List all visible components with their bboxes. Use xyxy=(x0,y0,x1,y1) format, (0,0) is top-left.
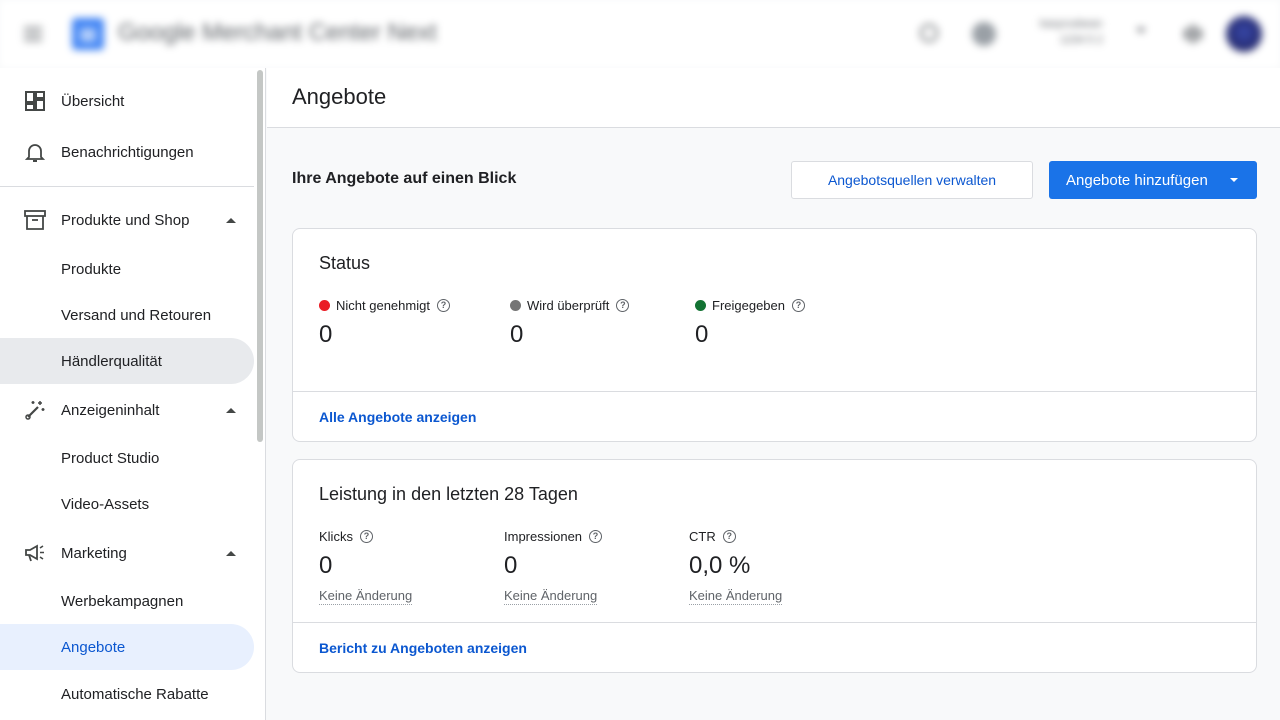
sidebar-item-products[interactable]: Produkte xyxy=(0,246,254,292)
sidebar-item-label: Versand und Retouren xyxy=(61,306,212,324)
sidebar-item-ad-content[interactable]: Anzeigeninhalt xyxy=(0,387,254,433)
metric-value: 0 xyxy=(504,552,518,579)
help-icon[interactable]: ? xyxy=(589,529,603,543)
sidebar-item-product-studio[interactable]: Product Studio xyxy=(0,435,254,481)
sidebar-item-label: Produkte xyxy=(61,260,122,278)
sidebar-item-label: Werbekampagnen xyxy=(61,592,184,610)
metric-change[interactable]: Keine Änderung xyxy=(504,588,598,605)
sidebar-item-label: Automatische Rabatte xyxy=(61,685,209,703)
sidebar-item-shipping-returns[interactable]: Versand und Retouren xyxy=(0,292,254,338)
merchant-center-logo[interactable] xyxy=(72,18,104,50)
status-card: Status Nicht genehmigt ? 0 Wird überprüf… xyxy=(292,228,1257,442)
account-switcher[interactable]: kasyrusbean 1234 5 2 xyxy=(1040,16,1103,48)
page-header: Angebote xyxy=(267,68,1280,128)
sidebar-item-label: Anzeigeninhalt xyxy=(61,401,160,419)
metric-value: 0 xyxy=(510,321,524,348)
sidebar-item-label: Video-Assets xyxy=(61,495,150,513)
sidebar-item-marketing[interactable]: Marketing xyxy=(0,530,254,576)
sidebar-item-automatic-discounts[interactable]: Automatische Rabatte xyxy=(0,671,254,717)
metric-change[interactable]: Keine Änderung xyxy=(689,588,783,605)
sidebar-item-label: Benachrichtigungen xyxy=(61,143,194,161)
sidebar-item-label: Angebote xyxy=(61,638,126,656)
help-icon[interactable]: ? xyxy=(616,298,630,312)
page-title: Angebote xyxy=(292,84,387,109)
menu-icon[interactable] xyxy=(24,23,46,45)
sidebar-item-label: Produkte und Shop xyxy=(61,211,190,229)
sidebar-item-ad-campaigns[interactable]: Werbekampagnen xyxy=(0,578,254,624)
metric-value: 0 xyxy=(695,321,709,348)
sidebar-item-notifications[interactable]: Benachrichtigungen xyxy=(0,129,254,175)
sidebar-item-label: Marketing xyxy=(61,544,127,562)
sidebar-item-offers[interactable]: Angebote xyxy=(0,624,254,670)
archive-icon xyxy=(24,209,46,231)
metric-not-approved: Nicht genehmigt ? 0 xyxy=(319,297,450,349)
manage-offer-sources-button[interactable]: Angebotsquellen verwalten xyxy=(791,161,1033,199)
metric-value: 0 xyxy=(319,552,333,579)
megaphone-icon xyxy=(24,542,46,564)
metric-label: CTR xyxy=(689,528,716,544)
account-name: kasyrusbean xyxy=(1040,18,1103,30)
help-icon[interactable] xyxy=(972,22,996,46)
metric-label: Wird überprüft xyxy=(527,297,610,313)
metric-label: Impressionen xyxy=(504,528,583,544)
sidebar-item-merchant-quality[interactable]: Händlerqualität xyxy=(0,338,254,384)
help-icon[interactable]: ? xyxy=(359,529,373,543)
sidebar-divider xyxy=(0,186,254,187)
dashboard-icon xyxy=(24,90,46,112)
card-title: Leistung in den letzten 28 Tagen xyxy=(319,484,578,504)
add-offers-button[interactable]: Angebote hinzufügen xyxy=(1049,161,1257,199)
magic-wand-icon xyxy=(24,399,46,421)
status-dot-grey-icon xyxy=(510,299,521,311)
chevron-up-icon xyxy=(226,550,236,556)
status-dot-green-icon xyxy=(695,299,706,311)
app-title: Google Merchant Center Next xyxy=(118,19,437,46)
apps-grid-icon[interactable] xyxy=(1184,25,1202,43)
sidebar-item-video-assets[interactable]: Video-Assets xyxy=(0,481,254,527)
help-icon[interactable]: ? xyxy=(722,529,736,543)
card-title: Status xyxy=(319,253,371,273)
status-dot-red-icon xyxy=(319,299,330,311)
sidebar-item-label: Übersicht xyxy=(61,92,125,110)
metric-label: Nicht genehmigt xyxy=(336,297,430,313)
help-icon[interactable]: ? xyxy=(792,298,805,312)
metric-value: 0,0 % xyxy=(689,552,751,579)
metric-clicks: Klicks ? 0 Keine Änderung xyxy=(319,528,413,605)
sidebar-item-label: Händlerqualität xyxy=(61,352,162,370)
metric-value: 0 xyxy=(319,321,333,348)
chevron-up-icon xyxy=(226,217,236,223)
top-app-bar: Google Merchant Center Next kasyrusbean … xyxy=(0,0,1280,68)
card-divider xyxy=(293,391,1256,392)
section-title: Ihre Angebote auf einen Blick xyxy=(292,170,517,187)
metric-change[interactable]: Keine Änderung xyxy=(319,588,413,605)
performance-card: Leistung in den letzten 28 Tagen Klicks … xyxy=(292,459,1257,673)
search-icon[interactable] xyxy=(920,24,938,42)
metric-label: Freigegeben xyxy=(712,297,785,313)
chevron-up-icon xyxy=(226,407,236,413)
metric-under-review: Wird überprüft ? 0 xyxy=(510,297,630,349)
add-offers-label: Angebote hinzufügen xyxy=(1066,171,1208,189)
bell-icon xyxy=(24,141,46,163)
sidebar-scrollbar[interactable] xyxy=(257,70,263,442)
metric-impressions: Impressionen ? 0 Keine Änderung xyxy=(504,528,603,605)
help-icon[interactable]: ? xyxy=(436,298,450,312)
metric-approved: Freigegeben ? 0 xyxy=(695,297,805,349)
avatar[interactable] xyxy=(1226,16,1262,52)
sidebar-item-label: Product Studio xyxy=(61,449,160,467)
chevron-down-icon[interactable] xyxy=(1136,28,1146,33)
account-id: 1234 5 2 xyxy=(1060,34,1103,46)
view-offers-report-link[interactable]: Bericht zu Angeboten anzeigen xyxy=(319,640,527,656)
view-all-offers-link[interactable]: Alle Angebote anzeigen xyxy=(319,409,476,425)
card-divider xyxy=(293,622,1256,623)
metric-label: Klicks xyxy=(319,528,353,544)
sidebar-item-overview[interactable]: Übersicht xyxy=(0,78,254,124)
metric-ctr: CTR ? 0,0 % Keine Änderung xyxy=(689,528,783,605)
sidebar: Übersicht Benachrichtigungen Produkte un… xyxy=(0,68,266,720)
sidebar-item-products-and-shop[interactable]: Produkte und Shop xyxy=(0,197,254,243)
dropdown-arrow-icon xyxy=(1230,178,1238,182)
main-content: Angebote Ihre Angebote auf einen Blick A… xyxy=(267,68,1280,720)
